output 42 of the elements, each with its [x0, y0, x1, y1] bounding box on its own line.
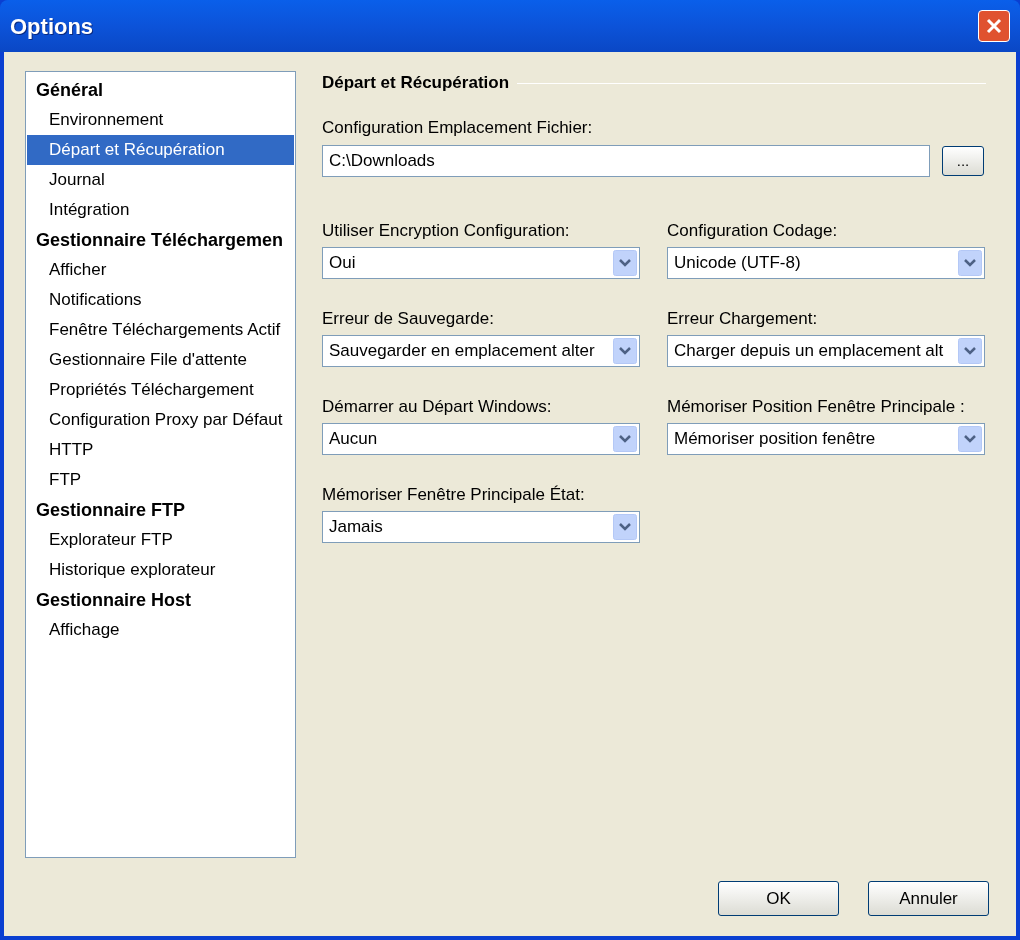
- tree-item[interactable]: HTTP: [27, 435, 294, 465]
- close-icon: [985, 17, 1003, 35]
- field-label: Mémoriser Position Fenêtre Principale :: [667, 396, 966, 417]
- dropdown[interactable]: Unicode (UTF-8): [667, 246, 985, 279]
- dropdown[interactable]: Aucun: [322, 422, 640, 455]
- tree-category[interactable]: Général: [27, 75, 294, 105]
- section-heading: Départ et Récupération: [322, 72, 510, 95]
- dropdown[interactable]: Charger depuis un emplacement alt: [667, 334, 985, 367]
- tree-item[interactable]: Affichage: [27, 615, 294, 645]
- dialog-button[interactable]: OK: [718, 881, 839, 916]
- dropdown[interactable]: Mémoriser position fenêtre: [667, 422, 985, 455]
- tree-category[interactable]: Gestionnaire Téléchargemen: [27, 225, 294, 255]
- field-label: Mémoriser Fenêtre Principale État:: [322, 484, 586, 505]
- dialog-button[interactable]: Annuler: [868, 881, 989, 916]
- dropdown[interactable]: Oui: [322, 246, 640, 279]
- tree-item[interactable]: Gestionnaire File d'attente: [27, 345, 294, 375]
- dropdown[interactable]: Sauvegarder en emplacement alter: [322, 334, 640, 367]
- tree-item[interactable]: Propriétés Téléchargement: [27, 375, 294, 405]
- field-label: Utiliser Encryption Configuration:: [322, 220, 571, 241]
- tree-category[interactable]: Gestionnaire Host: [27, 585, 294, 615]
- tree-item[interactable]: Notifications: [27, 285, 294, 315]
- tree-item[interactable]: Fenêtre Téléchargements Actif: [27, 315, 294, 345]
- browse-button[interactable]: ...: [942, 145, 984, 176]
- close-button[interactable]: [978, 10, 1010, 42]
- field-label: Démarrer au Départ Windows:: [322, 396, 553, 417]
- path-field[interactable]: C:\Downloads: [322, 144, 930, 177]
- field-label: Erreur Chargement:: [667, 308, 819, 329]
- tree-category[interactable]: Gestionnaire FTP: [27, 495, 294, 525]
- tree-item[interactable]: Explorateur FTP: [27, 525, 294, 555]
- tree-item[interactable]: Intégration: [27, 195, 294, 225]
- dropdown[interactable]: Jamais: [322, 510, 640, 543]
- tree-item[interactable]: Environnement: [27, 105, 294, 135]
- tree-item[interactable]: Départ et Récupération: [27, 135, 294, 165]
- field-label: Configuration Codage:: [667, 220, 839, 241]
- tree-item[interactable]: Afficher: [27, 255, 294, 285]
- tree-item[interactable]: Journal: [27, 165, 294, 195]
- tree-item[interactable]: FTP: [27, 465, 294, 495]
- field-label: Configuration Emplacement Fichier:: [322, 117, 594, 139]
- window-title: Options: [10, 12, 94, 41]
- tree-item[interactable]: Historique explorateur: [27, 555, 294, 585]
- field-label: Erreur de Sauvegarde:: [322, 308, 495, 329]
- tree-item[interactable]: Configuration Proxy par Défaut: [27, 405, 294, 435]
